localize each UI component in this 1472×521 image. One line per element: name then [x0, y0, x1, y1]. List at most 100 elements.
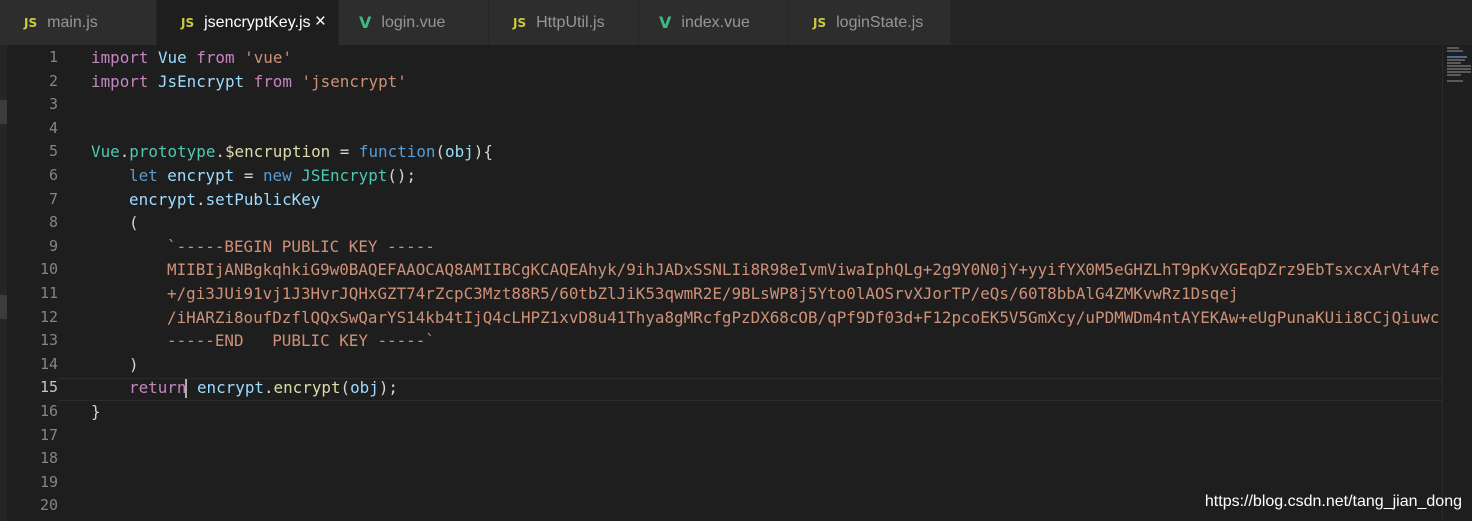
code-line[interactable]: -----END PUBLIC KEY -----`: [91, 329, 1441, 353]
line-number: 16: [39, 401, 58, 420]
code-line[interactable]: [91, 424, 1441, 448]
punctuation-token: ){: [473, 142, 493, 162]
watermark: https://blog.csdn.net/tang_jian_dong: [1204, 493, 1462, 510]
minimap-line: [1447, 65, 1471, 67]
tab-main-js[interactable]: JS main.js: [0, 0, 157, 45]
line-number: 5: [48, 142, 58, 161]
tab-label: HttpUtil.js: [536, 13, 605, 31]
minimap-line: [1447, 47, 1459, 49]
keyword-token: import: [91, 48, 149, 67]
code-line[interactable]: encrypt.setPublicKey: [91, 188, 1441, 212]
line-number: 3: [48, 95, 58, 114]
line-number: 2: [48, 71, 58, 90]
identifier-token: Vue: [91, 142, 120, 162]
string-token: MIIBIjANBgkqhkiG9w0BAQEFAAOCAQ8AMIIBCgKC…: [167, 260, 1440, 280]
line-number: 4: [48, 118, 58, 137]
punctuation-token: ): [129, 354, 139, 374]
keyword-token: import: [91, 71, 149, 91]
string-token: `-----BEGIN PUBLIC KEY -----: [167, 236, 435, 256]
line-number: 17: [39, 425, 58, 444]
method-token: setPublicKey: [205, 189, 321, 209]
code-line[interactable]: +/gi3JUi91vj1J3HvrJQHxGZT74rZcpC3Mzt88R5…: [91, 282, 1441, 306]
tab-label: jsencryptKey.js: [204, 13, 311, 31]
line-number: 20: [39, 496, 58, 515]
line-number: 9: [48, 236, 58, 255]
code-line[interactable]: return encrypt.encrypt(obj);: [91, 376, 1441, 400]
string-token: /iHARZi8oufDzflQQxSwQarYS14kb4tIjQ4cLHPZ…: [167, 307, 1440, 327]
code-line[interactable]: [91, 93, 1441, 117]
punctuation-token: ();: [387, 165, 417, 185]
keyword-token: from: [196, 48, 235, 67]
punctuation-token: );: [378, 378, 398, 398]
punctuation-token: .: [263, 378, 274, 398]
punctuation-token: (: [129, 213, 139, 233]
code-line[interactable]: ): [91, 353, 1441, 377]
code-line[interactable]: [91, 447, 1441, 471]
identifier-token: encrypt: [196, 378, 264, 398]
parameter-token: obj: [445, 142, 474, 162]
punctuation-token: .: [215, 142, 225, 162]
string-token: -----END PUBLIC KEY -----`: [167, 331, 435, 351]
code-line[interactable]: MIIBIjANBgkqhkiG9w0BAQEFAAOCAQ8AMIIBCgKC…: [91, 258, 1441, 282]
tab-loginstate-js[interactable]: JS loginState.js: [789, 0, 951, 45]
code-line[interactable]: `-----BEGIN PUBLIC KEY -----: [91, 235, 1441, 259]
editor-tab-bar: JS main.js JS jsencryptKey.js × V login.…: [0, 0, 1472, 45]
minimap-line: [1447, 71, 1471, 73]
javascript-file-icon: JS: [24, 15, 38, 30]
text-cursor: [185, 379, 188, 399]
punctuation-token: (: [340, 378, 351, 398]
minimap-line: [1447, 50, 1463, 52]
tab-label: loginState.js: [836, 13, 924, 31]
code-line[interactable]: /iHARZi8oufDzflQQxSwQarYS14kb4tIjQ4cLHPZ…: [91, 306, 1441, 330]
code-line[interactable]: (: [91, 211, 1441, 235]
javascript-file-icon: JS: [181, 15, 195, 30]
punctuation-token: }: [91, 401, 101, 421]
minimap-line: [1447, 59, 1465, 61]
code-line[interactable]: }: [91, 400, 1441, 424]
string-token: 'vue': [244, 48, 292, 67]
line-number: 8: [48, 213, 58, 232]
method-token: $encruption: [224, 142, 331, 162]
code-line[interactable]: [91, 117, 1441, 141]
tab-index-vue[interactable]: V index.vue: [639, 0, 789, 45]
tab-jsencryptkey-js[interactable]: JS jsencryptKey.js ×: [157, 0, 339, 45]
keyword-token: return: [129, 378, 187, 398]
minimap-line: [1447, 68, 1471, 70]
javascript-file-icon: JS: [513, 15, 527, 30]
code-line[interactable]: let encrypt = new JSEncrypt();: [91, 164, 1441, 188]
code-line[interactable]: [91, 471, 1441, 495]
identifier-token: Vue: [157, 48, 187, 67]
line-number: 11: [39, 283, 58, 302]
operator-token: =: [234, 165, 263, 185]
code-editor[interactable]: 1 2 3 4 5 6 7 8 9 10 11 12 13 14 15 16 1…: [0, 45, 1472, 521]
minimap-line: [1447, 74, 1461, 76]
vue-file-icon: V: [659, 13, 672, 32]
punctuation-token: (: [435, 142, 446, 162]
tab-label: main.js: [47, 13, 98, 31]
vue-file-icon: V: [359, 13, 372, 32]
tab-label: login.vue: [381, 13, 446, 31]
line-number: 19: [39, 472, 58, 491]
code-line[interactable]: Vue.prototype.$encruption = function(obj…: [91, 140, 1441, 164]
code-line[interactable]: import Vue from 'vue': [91, 46, 1441, 70]
line-number: 1: [48, 48, 58, 66]
string-token: 'jsencrypt': [301, 71, 407, 91]
keyword-token: new: [262, 165, 292, 185]
line-number: 12: [39, 307, 58, 326]
line-number: 6: [48, 165, 58, 184]
code-content[interactable]: import Vue from 'vue' import JsEncrypt f…: [91, 46, 1441, 518]
tab-httputil-js[interactable]: JS HttpUtil.js: [489, 0, 639, 45]
line-number: 13: [39, 331, 58, 350]
method-token: encrypt: [273, 378, 341, 398]
close-icon[interactable]: ×: [315, 11, 326, 33]
minimap-line: [1447, 62, 1461, 64]
minimap[interactable]: [1442, 45, 1472, 521]
operator-token: =: [330, 142, 359, 162]
line-number-current: 15: [39, 378, 58, 397]
code-line[interactable]: import JsEncrypt from 'jsencrypt': [91, 70, 1441, 94]
line-number: 18: [39, 449, 58, 468]
keyword-token: from: [253, 71, 292, 91]
line-number: 7: [48, 189, 58, 208]
tab-login-vue[interactable]: V login.vue: [339, 0, 489, 45]
keyword-token: let: [129, 165, 158, 185]
